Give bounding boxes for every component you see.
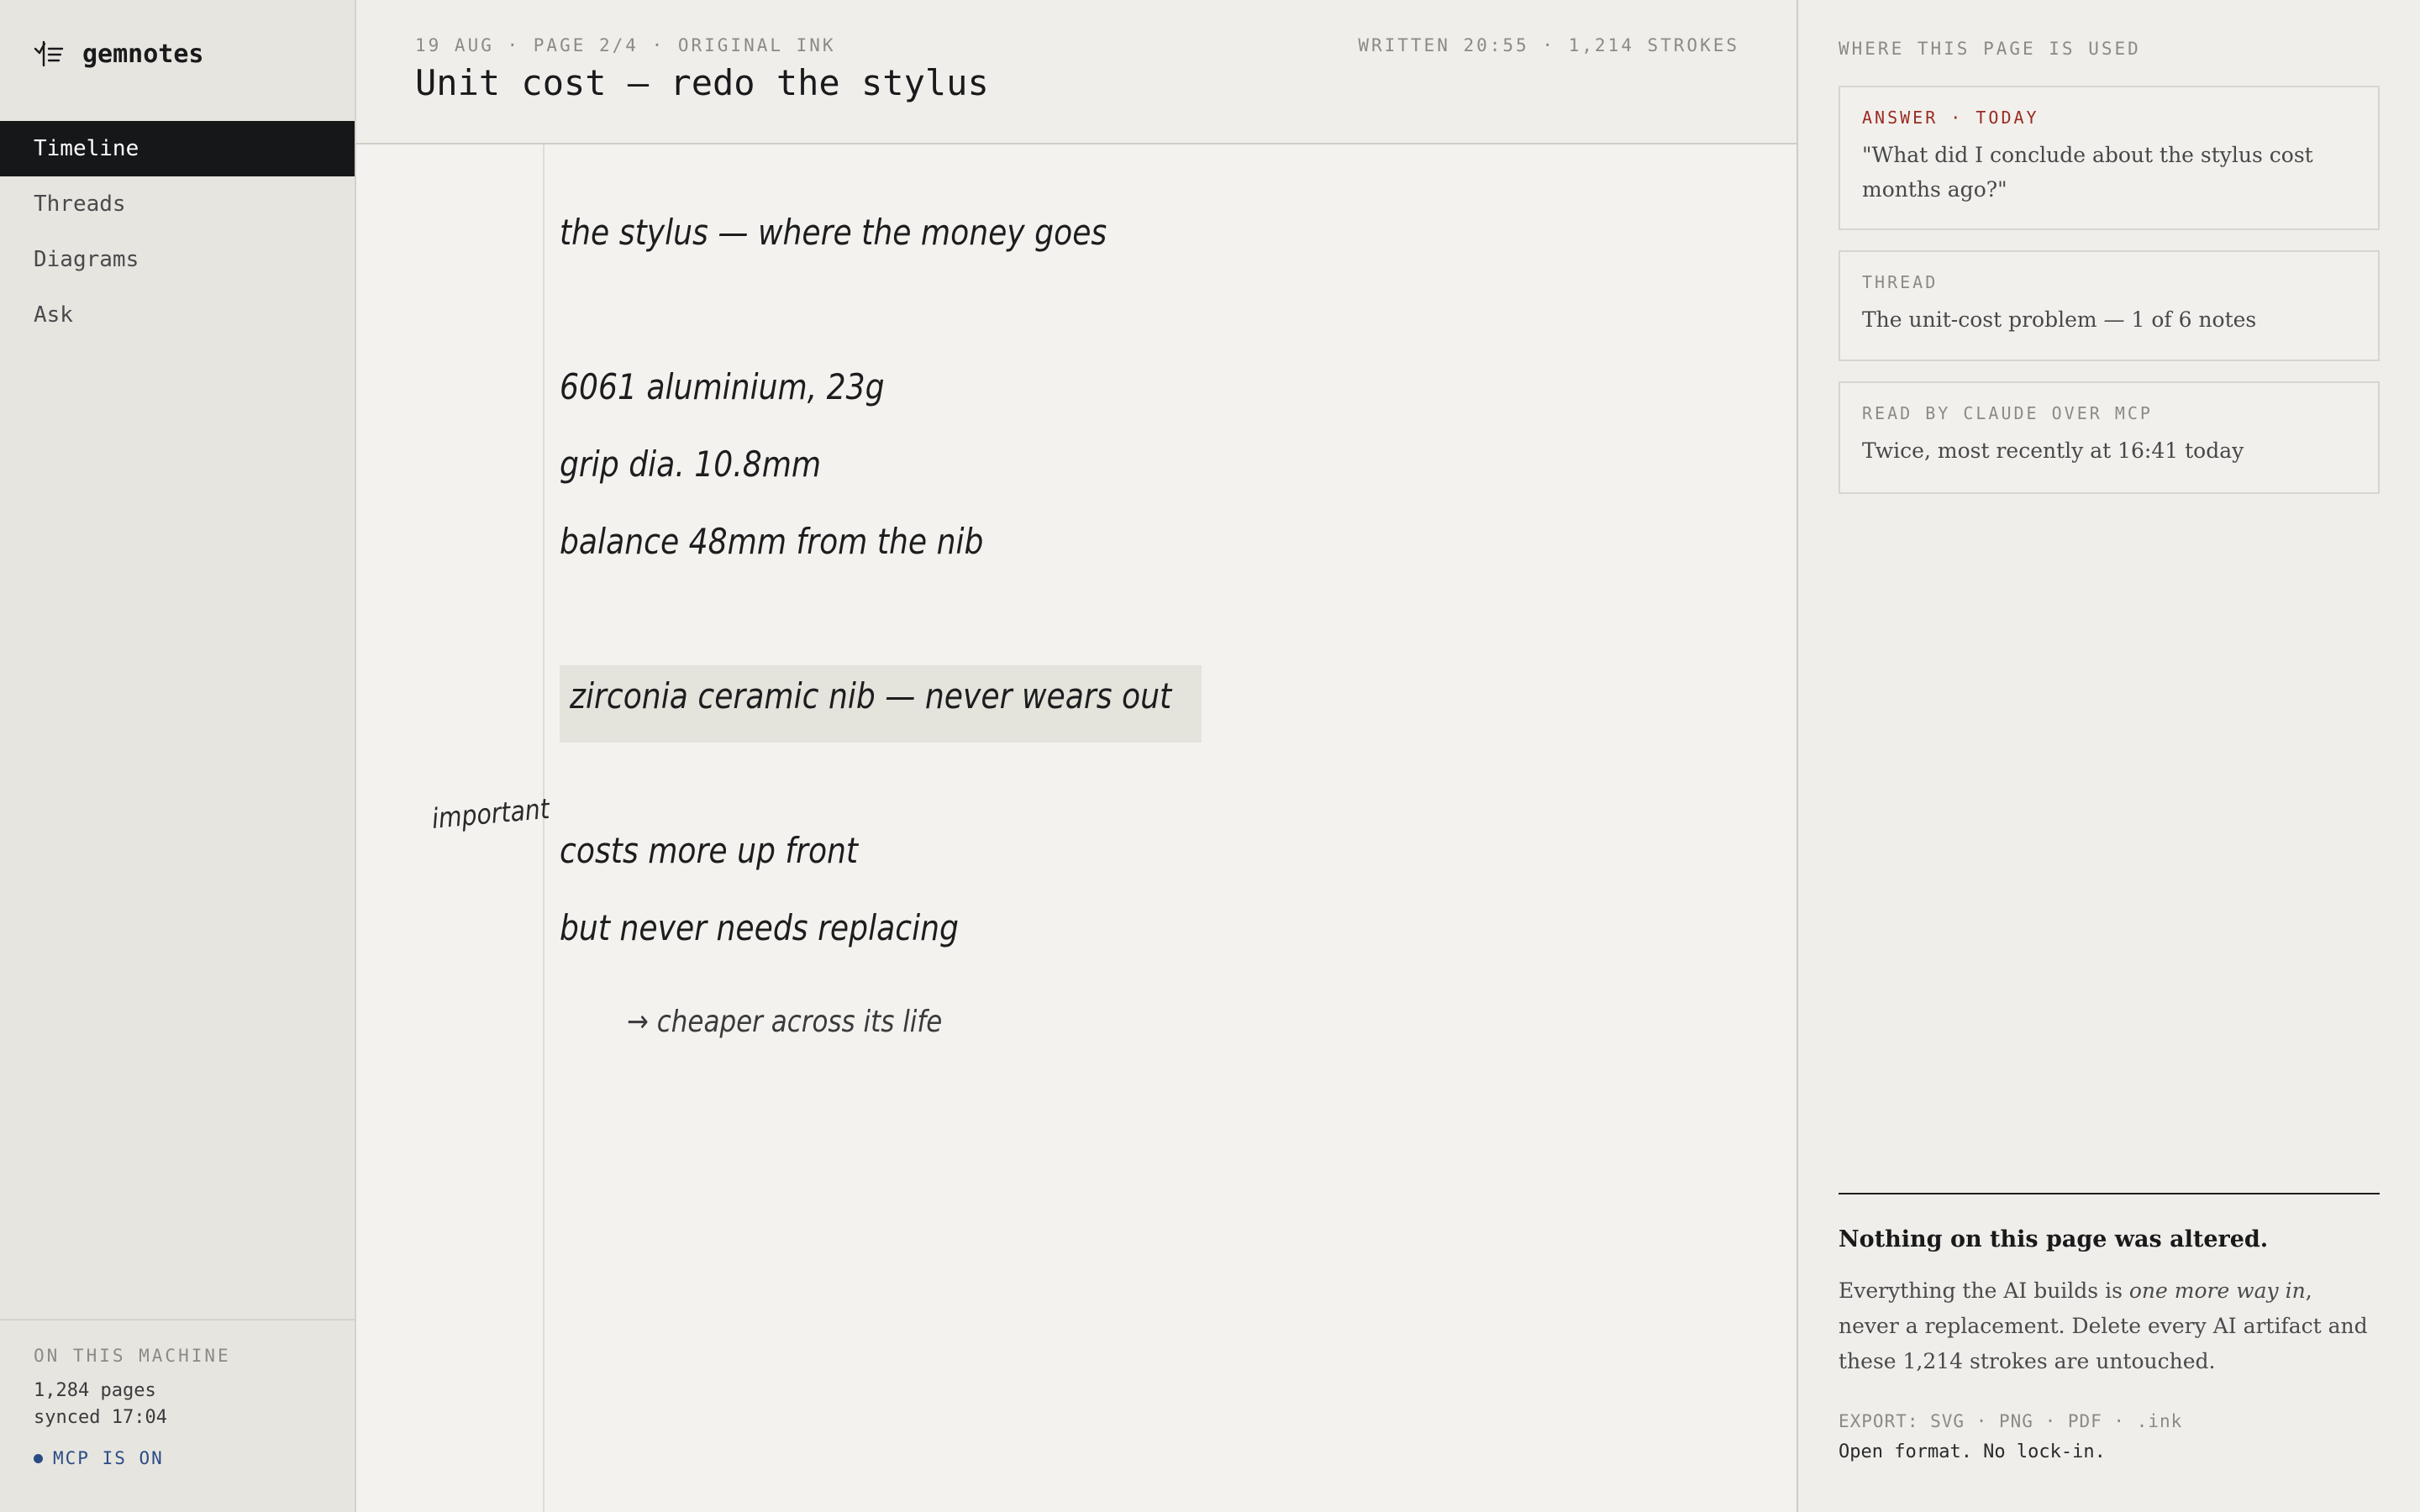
integrity-emphasis: one more way in: [2128, 1278, 2306, 1303]
card-text: "What did I conclude about the stylus co…: [1862, 143, 2313, 202]
answer-card[interactable]: ANSWER · TODAY "What did I conclude abou…: [1839, 86, 2380, 230]
card-label: ANSWER · TODAY: [1862, 108, 2039, 128]
sidebar-nav: Timeline Threads Diagrams Ask: [0, 121, 355, 343]
page-header: 19 AUG · PAGE 2/4 · ORIGINAL INK WRITTEN…: [356, 0, 1797, 144]
status-dot-icon: [34, 1453, 43, 1463]
sidebar-item-diagrams[interactable]: Diagrams: [0, 232, 355, 287]
sidebar: gemnotes Timeline Threads Diagrams Ask O…: [0, 0, 356, 1512]
ink-line: costs more up front: [560, 830, 859, 871]
brand[interactable]: gemnotes: [34, 35, 204, 72]
ink-line: grip dia. 10.8mm: [560, 444, 822, 485]
sidebar-item-threads[interactable]: Threads: [0, 176, 355, 232]
card-text: Twice, most recently at 16:41 today: [1862, 438, 2244, 463]
panel-divider: [1839, 1193, 2380, 1194]
usage-panel: WHERE THIS PAGE IS USED ANSWER · TODAY "…: [1797, 0, 2420, 1512]
open-format-note: Open format. No lock-in.: [1839, 1441, 2106, 1462]
margin-note: important: [430, 791, 551, 835]
card-label: THREAD: [1862, 272, 1939, 292]
mcp-read-card[interactable]: READ BY CLAUDE OVER MCP Twice, most rece…: [1839, 381, 2380, 494]
machine-heading: ON THIS MACHINE: [34, 1346, 231, 1366]
mcp-status-label: MCP IS ON: [53, 1448, 164, 1468]
ink-line-highlighted: zirconia ceramic nib — never wears out: [570, 675, 1172, 717]
ink-line-conclusion: → cheaper across its life: [627, 1005, 943, 1039]
page-title: Unit cost — redo the stylus: [415, 62, 989, 103]
card-label: READ BY CLAUDE OVER MCP: [1862, 403, 2153, 423]
ink-line: 6061 aluminium, 23g: [560, 366, 885, 407]
page-count: 1,284 pages: [34, 1380, 156, 1401]
stroke-meta: WRITTEN 20:55 · 1,214 STROKES: [1358, 35, 1739, 55]
ink-line: the stylus — where the money goes: [560, 212, 1107, 253]
export-options[interactable]: EXPORT: SVG · PNG · PDF · .ink: [1839, 1411, 2182, 1431]
page-meta: 19 AUG · PAGE 2/4 · ORIGINAL INK: [415, 35, 836, 55]
thread-card[interactable]: THREAD The unit-cost problem — 1 of 6 no…: [1839, 250, 2380, 361]
machine-status: ON THIS MACHINE 1,284 pages synced 17:04…: [0, 1319, 355, 1512]
checklist-icon: [34, 40, 64, 67]
card-text: The unit-cost problem — 1 of 6 notes: [1862, 307, 2257, 332]
ink-line: but never needs replacing: [560, 907, 959, 948]
sidebar-item-timeline[interactable]: Timeline: [0, 121, 355, 176]
ink-line: balance 48mm from the nib: [560, 521, 984, 562]
app-name: gemnotes: [82, 39, 204, 69]
integrity-body: Everything the AI builds is one more way…: [1839, 1273, 2376, 1379]
integrity-text: Everything the AI builds is: [1839, 1278, 2129, 1303]
sync-status: synced 17:04: [34, 1407, 167, 1428]
sidebar-item-ask[interactable]: Ask: [0, 287, 355, 343]
mcp-status[interactable]: MCP IS ON: [34, 1448, 355, 1468]
note-page: 19 AUG · PAGE 2/4 · ORIGINAL INK WRITTEN…: [356, 0, 1797, 1512]
panel-heading: WHERE THIS PAGE IS USED: [1839, 39, 2141, 59]
margin-rule: [543, 144, 544, 1512]
integrity-title: Nothing on this page was altered.: [1839, 1226, 2269, 1252]
